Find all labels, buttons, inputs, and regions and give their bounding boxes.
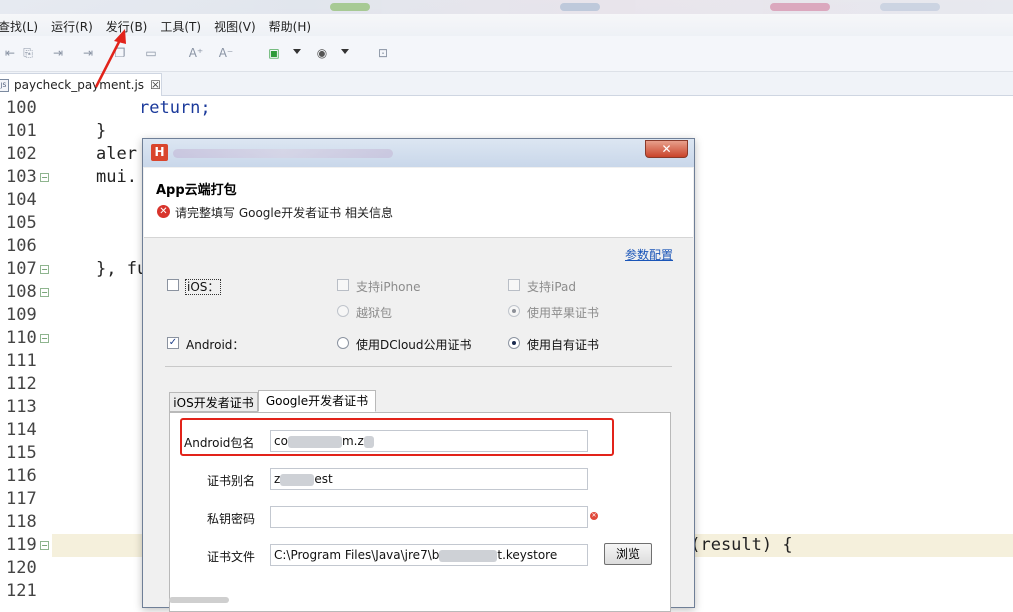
- jailbreak-label: 越狱包: [356, 306, 393, 320]
- apple-cert-radio[interactable]: [508, 305, 520, 317]
- ios-label: iOS：: [185, 279, 222, 295]
- divider: [165, 366, 672, 367]
- support-ipad-checkbox[interactable]: [508, 279, 520, 291]
- support-iphone-label: 支持iPhone: [356, 280, 421, 294]
- browse-button[interactable]: 浏览: [604, 543, 652, 565]
- cert-file-input[interactable]: C:\Program Files\Java\jre7\b t.keystore: [270, 544, 588, 566]
- alias-input[interactable]: z est: [270, 468, 588, 490]
- app-cloud-package-dialog: H ✕ App云端打包 ✕ 请完整填写 Google开发者证书 相关信息 参数配…: [142, 138, 695, 612]
- tab-google-developer-cert[interactable]: Google开发者证书: [258, 390, 376, 412]
- error-message: 请完整填写 Google开发者证书 相关信息: [175, 206, 393, 220]
- dialog-close-button[interactable]: ✕: [645, 140, 688, 158]
- alias-label: 证书别名: [207, 474, 256, 488]
- cert-file-label: 证书文件: [207, 550, 256, 564]
- apple-cert-label: 使用苹果证书: [527, 306, 600, 320]
- android-checkbox[interactable]: ✓: [167, 337, 179, 349]
- android-label: Android：: [186, 338, 245, 352]
- own-cert-radio[interactable]: [508, 337, 520, 349]
- dcloud-cert-label: 使用DCloud公用证书: [356, 338, 472, 352]
- support-ipad-label: 支持iPad: [527, 280, 577, 294]
- hbuilder-logo-icon: H: [151, 144, 168, 161]
- cut-off-text: [169, 597, 229, 603]
- dialog-header: App云端打包 ✕ 请完整填写 Google开发者证书 相关信息: [144, 168, 693, 238]
- dialog-heading: App云端打包: [156, 183, 237, 198]
- dialog-title-bar[interactable]: H ✕: [143, 139, 694, 167]
- own-cert-label: 使用自有证书: [527, 338, 600, 352]
- jailbreak-radio[interactable]: [337, 305, 349, 317]
- parameter-config-link[interactable]: 参数配置: [625, 246, 673, 263]
- dcloud-cert-radio[interactable]: [337, 337, 349, 349]
- tab-ios-developer-cert[interactable]: iOS开发者证书: [169, 392, 258, 412]
- annotation-highlight-box: [180, 418, 614, 456]
- blurred-title: [173, 149, 393, 158]
- private-key-password-input[interactable]: [270, 506, 588, 528]
- error-icon: ✕: [157, 205, 170, 218]
- ios-checkbox[interactable]: [167, 279, 179, 291]
- support-iphone-checkbox[interactable]: [337, 279, 349, 291]
- required-error-icon: ✕: [590, 512, 598, 520]
- private-key-password-label: 私钥密码: [207, 512, 256, 526]
